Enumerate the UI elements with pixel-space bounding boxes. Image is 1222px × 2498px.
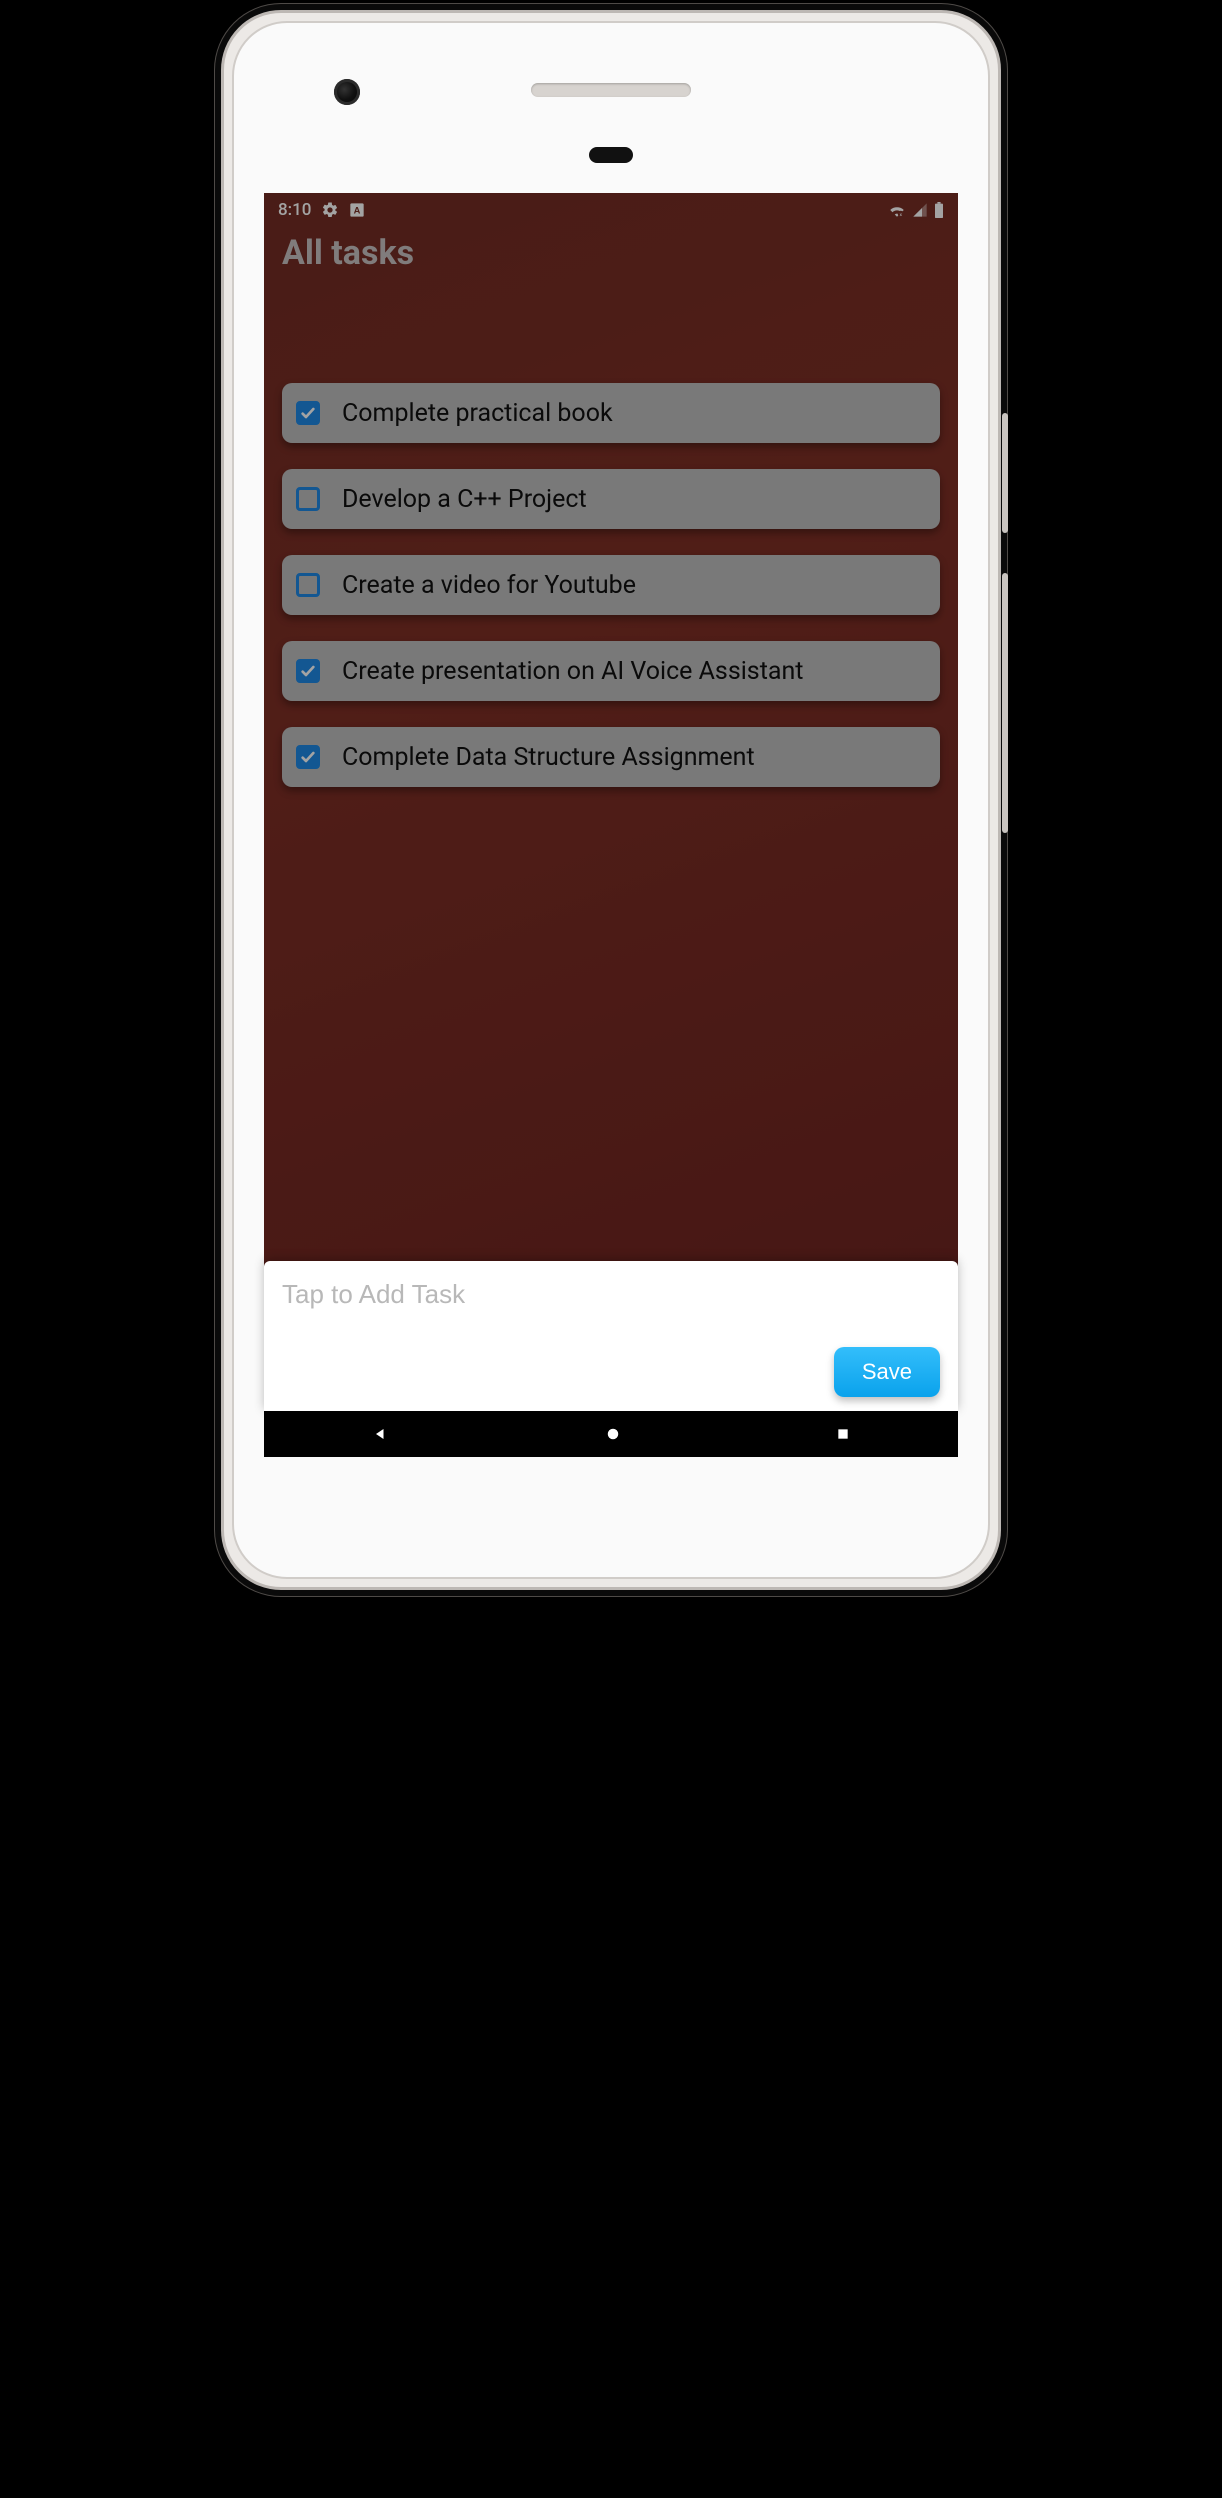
speaker-grill <box>531 83 691 97</box>
page-header: All tasks <box>264 227 958 273</box>
volume-button <box>1002 413 1008 533</box>
save-button[interactable]: Save <box>834 1347 940 1397</box>
page-title: All tasks <box>282 233 940 273</box>
nav-back-button[interactable] <box>371 1424 391 1444</box>
sensor-pill <box>589 147 633 163</box>
status-bar-left: 8:10 A <box>278 200 365 220</box>
phone-chin <box>264 1457 958 1537</box>
task-checkbox[interactable] <box>296 745 320 769</box>
task-checkbox[interactable] <box>296 487 320 511</box>
task-label: Complete Data Structure Assignment <box>342 743 755 772</box>
task-checkbox[interactable] <box>296 401 320 425</box>
task-label: Create a video for Youtube <box>342 571 636 600</box>
sheet-actions: Save <box>282 1347 940 1397</box>
android-nav-bar <box>264 1411 958 1457</box>
status-bar-right: x <box>888 202 944 218</box>
task-row-4[interactable]: Complete Data Structure Assignment <box>282 727 940 787</box>
nav-recents-button[interactable] <box>835 1426 851 1442</box>
nav-home-button[interactable] <box>604 1425 622 1443</box>
gear-icon <box>321 201 339 219</box>
square-a-icon: A <box>349 202 365 218</box>
phone-frame-inner: 8:10 A x <box>232 21 990 1579</box>
task-row-3[interactable]: Create presentation on AI Voice Assistan… <box>282 641 940 701</box>
power-button <box>1002 573 1008 833</box>
task-row-0[interactable]: Complete practical book <box>282 383 940 443</box>
front-camera <box>334 79 360 105</box>
svg-text:A: A <box>354 205 361 215</box>
device-screen: 8:10 A x <box>264 193 958 1457</box>
wifi-icon: x <box>888 203 906 217</box>
task-checkbox[interactable] <box>296 659 320 683</box>
add-task-sheet: Save <box>264 1261 958 1411</box>
task-row-2[interactable]: Create a video for Youtube <box>282 555 940 615</box>
status-time: 8:10 <box>278 200 311 220</box>
status-bar: 8:10 A x <box>264 193 958 227</box>
task-label: Complete practical book <box>342 399 613 428</box>
task-label: Develop a C++ Project <box>342 485 587 514</box>
signal-icon <box>912 203 928 217</box>
phone-frame: 8:10 A x <box>221 10 1001 1590</box>
task-label: Create presentation on AI Voice Assistan… <box>342 657 803 686</box>
task-checkbox[interactable] <box>296 573 320 597</box>
battery-icon <box>934 202 944 218</box>
add-task-input[interactable] <box>282 1279 940 1310</box>
task-row-1[interactable]: Develop a C++ Project <box>282 469 940 529</box>
